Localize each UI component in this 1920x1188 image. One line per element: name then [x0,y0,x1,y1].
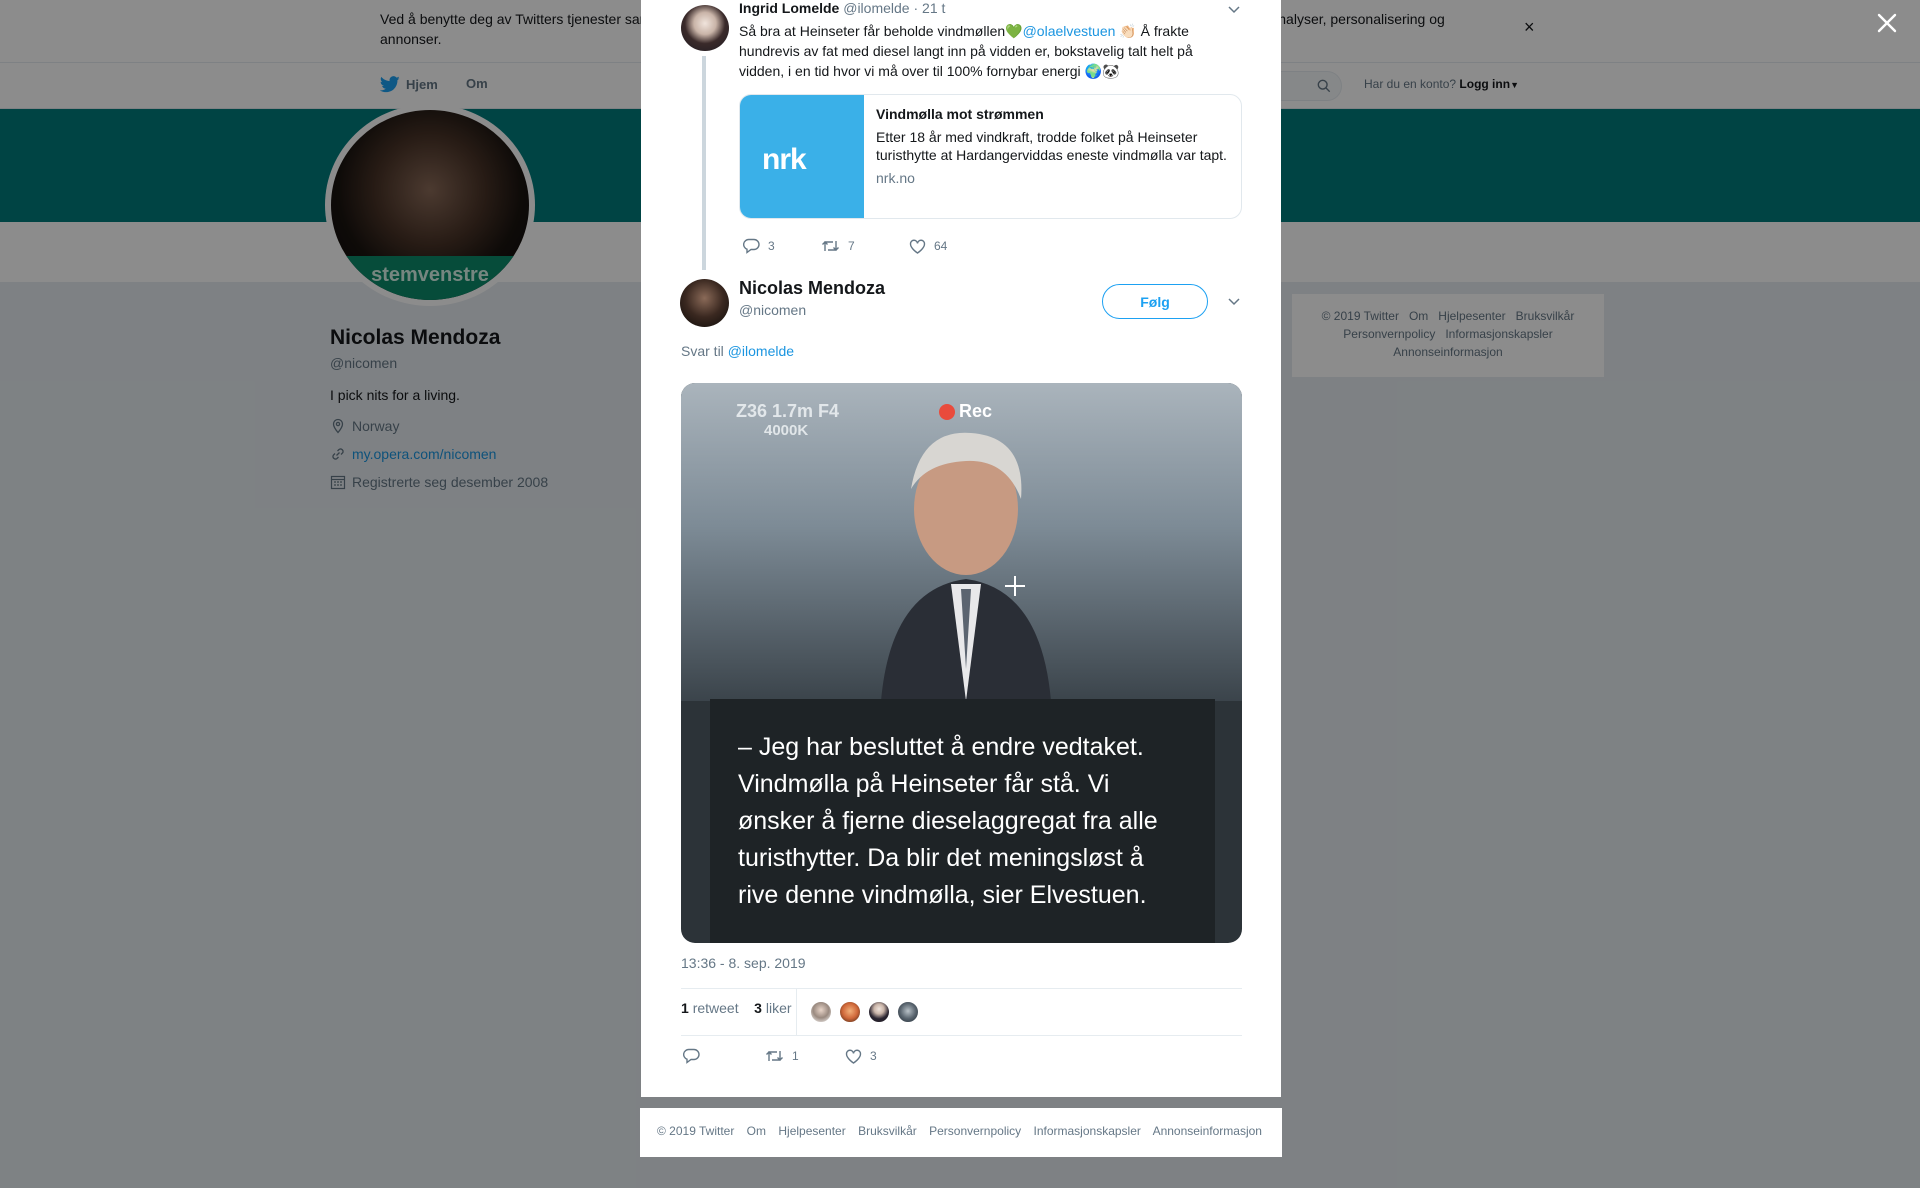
divider [681,1035,1242,1036]
camera-hud-text: Z36 1.7m F4 4000K [736,401,839,439]
green-heart-emoji: 💚 [1005,23,1023,39]
parent-tweet-text-start: Så bra at Heinseter får beholde vindmøll… [739,23,1006,39]
footer-about[interactable]: Om [747,1124,766,1138]
camera-hud-line-1: Z36 1.7m F4 [736,401,840,421]
footer-ads-info[interactable]: Annonseinformasjon [1153,1124,1262,1138]
parent-tweet-text: Så bra at Heinseter får beholde vindmøll… [739,21,1219,81]
tweet-timestamp[interactable]: 13:36 - 8. sep. 2019 [681,955,806,971]
chevron-down-icon[interactable] [1227,4,1241,16]
tweet-stats: 1 retweet 3 liker [681,1000,792,1016]
image-quote-text: – Jeg har besluttet å endre vedtaket. Vi… [710,699,1215,943]
parent-tweet-handle[interactable]: @ilomelde [843,0,909,16]
main-tweet-actions: 1 3 [683,1048,877,1064]
reply-to-line: Svar til @ilomelde [681,343,794,359]
like-count: 64 [934,239,948,253]
follow-button[interactable]: Følg [1102,284,1208,319]
liker-avatar[interactable] [867,1000,891,1024]
rec-dot-icon [939,403,955,420]
mention-link[interactable]: @olaelvestuen [1023,23,1116,39]
card-domain: nrk.no [876,170,915,186]
retweet-count: 7 [848,239,855,253]
retweet-icon [766,1051,783,1061]
reply-to-mention[interactable]: @ilomelde [728,343,794,359]
globe-panda-emoji: 🌍🐼 [1084,63,1120,79]
card-title: Vindmølla mot strømmen [876,106,1044,122]
footer-help[interactable]: Hjelpesenter [778,1124,845,1138]
liker-avatar[interactable] [896,1000,920,1024]
camera-hud-line-2: 4000K [764,422,809,439]
card-description: Etter 18 år med vindkraft, trodde folket… [876,129,1227,163]
heart-icon [909,239,926,254]
footer-terms[interactable]: Bruksvilkår [858,1124,917,1138]
footer-cookies[interactable]: Informasjonskapsler [1034,1124,1141,1138]
reply-count: 3 [768,239,775,253]
stats-separator [796,989,797,1035]
person-silhouette-icon [881,432,1051,701]
nrk-logo: nrk [762,143,807,176]
parent-tweet-header: Ingrid Lomelde @ilomelde · 21 t [739,0,945,16]
parent-tweet-avatar[interactable] [681,5,729,51]
footer-copyright: © 2019 Twitter [657,1124,735,1138]
liker-avatar[interactable] [838,1000,862,1024]
close-icon[interactable] [1876,12,1898,34]
like-count: 3 [870,1049,877,1063]
reply-icon [743,238,760,254]
main-tweet-avatar[interactable] [680,279,729,327]
retweet-button[interactable]: 7 [821,239,909,253]
tweet-image[interactable]: Z36 1.7m F4 4000K Rec – Jeg har beslutte… [681,383,1242,943]
main-tweet-handle[interactable]: @nicomen [739,302,806,318]
reply-icon [683,1048,700,1064]
parent-tweet-name[interactable]: Ingrid Lomelde [739,0,839,16]
like-button[interactable]: 64 [909,239,947,254]
like-button[interactable]: 3 [845,1049,877,1064]
parent-tweet-time[interactable]: · 21 t [913,0,945,16]
retweet-icon [822,241,839,251]
link-card[interactable]: nrk Vindmølla mot strømmen Etter 18 år m… [739,94,1242,219]
divider [681,988,1242,989]
heart-icon [845,1049,862,1064]
retweet-button[interactable]: 1 [765,1049,845,1063]
reply-button[interactable]: 3 [743,238,821,254]
reply-to-prefix: Svar til [681,343,724,359]
card-body: Vindmølla mot strømmen Etter 18 år med v… [876,105,1232,187]
tweet-modal: Ingrid Lomelde @ilomelde · 21 t Så bra a… [641,0,1281,1097]
clap-emoji: 👏🏻 [1119,23,1137,39]
retweet-stat[interactable]: 1 retweet [681,1000,739,1016]
like-stat-count: 3 [754,1000,762,1016]
like-stat-label: liker [765,1000,792,1016]
footer-privacy[interactable]: Personvernpolicy [929,1124,1021,1138]
thread-connector [702,56,706,270]
liker-avatar[interactable] [809,1000,833,1024]
card-thumbnail: nrk [740,95,864,218]
chevron-down-icon[interactable] [1227,296,1241,308]
crosshair-icon [1005,576,1025,596]
parent-tweet-actions: 3 7 64 [743,238,947,254]
reply-button[interactable] [683,1048,765,1064]
retweet-count: 1 [792,1049,799,1063]
image-camera-view: Z36 1.7m F4 4000K Rec [681,383,1242,701]
retweet-stat-label: retweet [692,1000,739,1016]
retweet-stat-count: 1 [681,1000,689,1016]
modal-footer: © 2019 Twitter Om Hjelpesenter Bruksvilk… [640,1108,1282,1157]
main-tweet-name[interactable]: Nicolas Mendoza [739,278,885,299]
like-stat[interactable]: 3 liker [754,1000,791,1016]
